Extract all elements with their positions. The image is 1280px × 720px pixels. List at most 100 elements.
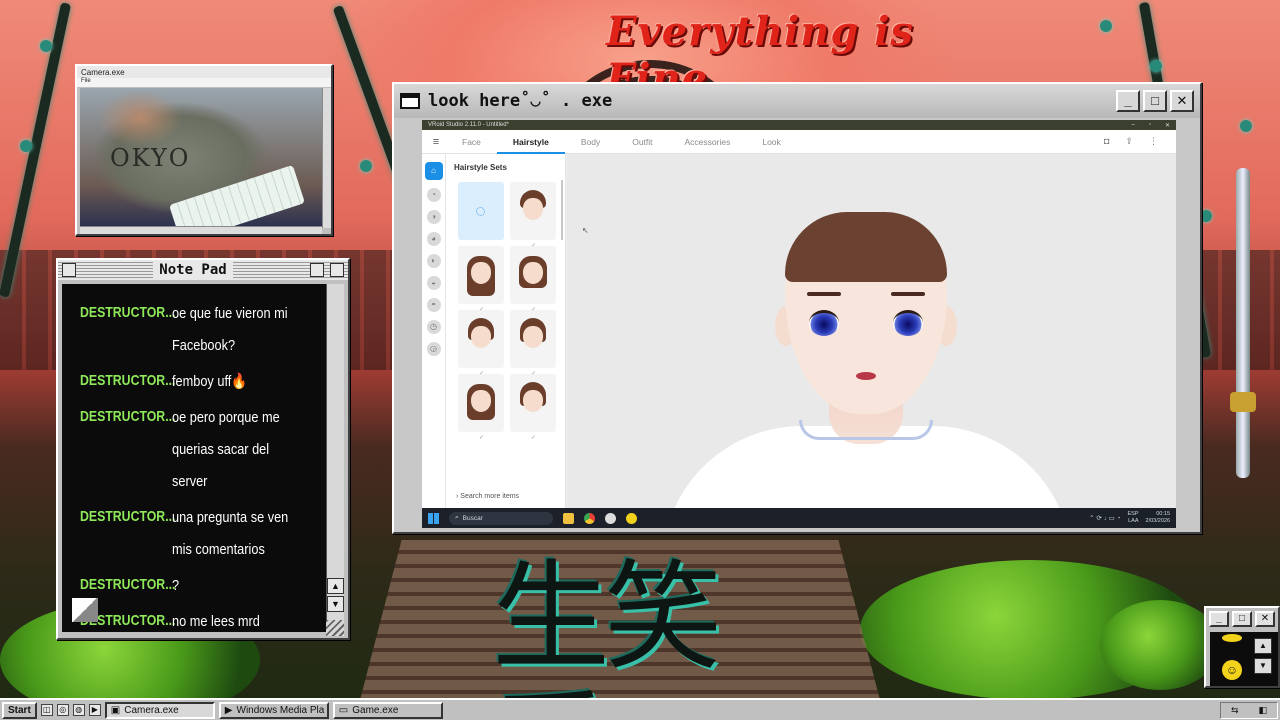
windows-start-icon[interactable] <box>428 512 439 524</box>
vroid-minimize-button[interactable]: – <box>1131 122 1134 129</box>
chat-text: no me lees mrd <box>172 613 260 630</box>
notepad-scrollbar[interactable]: ▲ ▼ <box>326 284 344 632</box>
dock-scroll-down-icon[interactable]: ▼ <box>1254 658 1272 674</box>
close-button[interactable]: ✕ <box>1170 90 1194 112</box>
taskbar-search-input[interactable]: ⌕ Buscar <box>449 511 553 525</box>
minimize-button[interactable]: _ <box>1116 90 1140 112</box>
camera-titlebar[interactable]: Camera.exe <box>77 66 331 78</box>
media-player-icon: ▶ <box>224 704 233 716</box>
hairstyle-item[interactable]: ✓ <box>458 246 504 313</box>
chat-message: DESTRUCTOR... una pregunta se ven mis co… <box>80 502 326 566</box>
search-more-items-link[interactable]: › Search more items <box>446 493 566 500</box>
clock[interactable]: 00:15 2/03/2026 <box>1146 511 1170 525</box>
hairstyle-item[interactable]: ✓ <box>510 246 556 313</box>
tab-body[interactable]: Body <box>565 130 616 154</box>
camera-icon[interactable]: ◘ <box>1104 136 1109 147</box>
notepad-titlebar[interactable]: Note Pad <box>58 260 348 280</box>
resize-grip-icon[interactable] <box>326 620 344 636</box>
media-icon[interactable]: ◍ <box>72 704 85 716</box>
blossom-decoration <box>40 40 52 52</box>
volume-icon[interactable]: ◧ <box>1259 705 1268 716</box>
dock-scroll-up-icon[interactable]: ▲ <box>1254 638 1272 654</box>
hairstyle-item[interactable]: ✓ <box>458 310 504 377</box>
vroid-maximize-button[interactable]: ▫ <box>1149 122 1151 129</box>
zoom-box-icon[interactable] <box>310 263 324 277</box>
close-box-icon[interactable] <box>62 263 76 277</box>
hairstyle-item[interactable]: ✓ <box>510 310 556 377</box>
chat-area: DESTRUCTOR... oe que fue vieron mi Faceb… <box>62 284 326 632</box>
sidebar-hair-front-icon[interactable]: ◔ <box>426 188 441 202</box>
show-desktop-icon[interactable]: ◫ <box>40 704 53 716</box>
hairstyle-item[interactable]: ✓ <box>458 374 504 441</box>
sidebar-hair-extra-icon[interactable]: ◓ <box>426 298 441 312</box>
file-explorer-icon[interactable] <box>563 512 574 524</box>
network-icon[interactable]: ⇆ <box>1231 705 1239 716</box>
lookhere-titlebar[interactable]: look here˚◡˚ . exe _ □ ✕ <box>394 84 1200 118</box>
chat-text: ? <box>172 577 180 594</box>
hairstyle-item[interactable]: ✓ <box>510 182 556 249</box>
tab-outfit[interactable]: Outfit <box>616 130 668 154</box>
start-button[interactable]: Start <box>2 701 37 719</box>
face-thumbnail <box>523 390 543 412</box>
taskbar-item-camera[interactable]: ▣ Camera.exe <box>104 701 215 719</box>
lookhere-window[interactable]: look here˚◡˚ . exe _ □ ✕ VRoid Studio 2.… <box>392 82 1202 534</box>
scroll-up-icon[interactable]: ▲ <box>327 578 344 594</box>
window-icon <box>400 93 420 109</box>
chat-list: DESTRUCTOR... oe que fue vieron mi Faceb… <box>80 298 326 632</box>
taskbar-item-label: Windows Media Pla <box>236 704 325 716</box>
collapse-box-icon[interactable] <box>330 263 344 277</box>
hairstyle-panel: Hairstyle Sets ✓ ✓ ✓ <box>446 154 566 508</box>
taskbar-item-media-player[interactable]: ▶ Windows Media Pla <box>218 701 329 719</box>
dock-content: ☺ ▲ ▼ <box>1210 632 1278 686</box>
dock-titlebar[interactable]: _ □ ✕ <box>1206 608 1278 630</box>
face-thumbnail <box>471 262 491 284</box>
chat-message: DESTRUCTOR... no me lees mrd <box>80 606 326 632</box>
avatar-collar <box>799 420 933 440</box>
small-dock-window[interactable]: _ □ ✕ ☺ ▲ ▼ <box>1204 606 1280 688</box>
sidebar-hair-bangs-icon[interactable]: ◷ <box>426 320 441 334</box>
tab-accessories[interactable]: Accessories <box>669 130 747 154</box>
sidebar-hair-ahoge-icon[interactable]: ◒ <box>426 276 441 290</box>
notepad-window[interactable]: Note Pad DESTRUCTOR... oe que fue vieron… <box>56 258 350 640</box>
tab-hairstyle[interactable]: Hairstyle <box>496 130 565 154</box>
vroid-titlebar[interactable]: VRoid Studio 2.11.0 - Untitled* – ▫ ✕ <box>422 120 1176 130</box>
dock-minimize-button[interactable]: _ <box>1209 611 1229 627</box>
home-icon[interactable]: ⌂ <box>424 162 443 180</box>
avatar-viewport[interactable]: ↖ <box>567 154 1176 508</box>
panel-scrollbar[interactable] <box>561 180 563 240</box>
hairstyle-item[interactable]: ✓ <box>510 374 556 441</box>
camera-vertical-scrollbar[interactable] <box>322 88 331 228</box>
dock-close-button[interactable]: ✕ <box>1255 611 1275 627</box>
chrome-icon[interactable] <box>584 512 595 524</box>
sidebar-hair-back-icon[interactable]: ◕ <box>426 232 441 246</box>
overlay-title: Everything is Fine <box>606 8 914 102</box>
system-tray: ⌃ ⟳ ↓ ▭ ◔ ESP LAA 00:15 2/03/2026 <box>1089 511 1170 525</box>
sidebar-hair-base-icon[interactable]: ◑ <box>426 210 441 224</box>
sidebar-hair-tail-icon[interactable]: ◶ <box>426 342 441 356</box>
tab-look[interactable]: Look <box>746 130 796 154</box>
search-placeholder: Buscar <box>462 514 483 522</box>
camera-menu-file[interactable]: File <box>77 78 331 87</box>
browser-icon[interactable]: ◎ <box>56 704 69 716</box>
face-thumbnail <box>471 326 491 348</box>
hairstyle-item-loading[interactable] <box>458 182 504 240</box>
more-icon[interactable]: ⋮ <box>1149 136 1158 147</box>
chat-message: DESTRUCTOR... oe que fue vieron mi Faceb… <box>80 298 326 362</box>
vroid-close-button[interactable]: ✕ <box>1165 122 1170 129</box>
sidebar-hair-side-icon[interactable]: ◐ <box>426 254 441 268</box>
tray-icons[interactable]: ⌃ ⟳ ↓ ▭ ◔ <box>1089 514 1120 522</box>
vroid-app-icon[interactable] <box>626 512 637 524</box>
scroll-down-icon[interactable]: ▼ <box>327 596 344 612</box>
obs-icon[interactable] <box>605 512 616 524</box>
camera-window[interactable]: Camera.exe File OKYO <box>75 64 333 236</box>
language-indicator[interactable]: ESP LAA <box>1128 511 1139 525</box>
export-icon[interactable]: ⇪ <box>1125 136 1133 147</box>
camera-horizontal-scrollbar[interactable] <box>80 226 322 234</box>
mouse-cursor-icon: ↖ <box>582 226 589 235</box>
maximize-button[interactable]: □ <box>1143 90 1167 112</box>
dock-maximize-button[interactable]: □ <box>1232 611 1252 627</box>
hamburger-menu-icon[interactable]: ≡ <box>426 136 446 148</box>
taskbar-item-game[interactable]: ▭ Game.exe <box>332 701 443 719</box>
tab-face[interactable]: Face <box>446 130 497 154</box>
play-icon[interactable]: ▶ <box>88 704 101 716</box>
